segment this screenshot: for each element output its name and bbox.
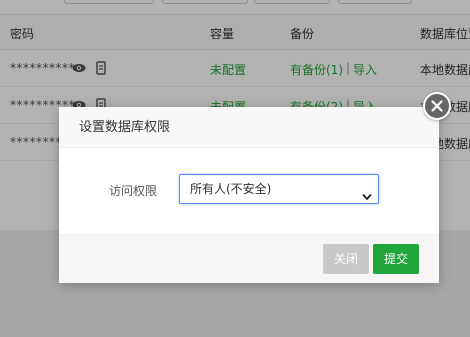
select-value: 所有人(不安全) xyxy=(190,182,272,196)
dialog-footer: 关闭 提交 xyxy=(59,234,439,283)
close-button[interactable]: 关闭 xyxy=(323,244,369,274)
permission-dialog: 设置数据库权限 访问权限 所有人(不安全) 关闭 提交 xyxy=(59,107,439,283)
submit-button[interactable]: 提交 xyxy=(373,244,419,274)
dialog-body: 访问权限 所有人(不安全) xyxy=(59,148,439,234)
access-permission-label: 访问权限 xyxy=(109,184,158,198)
chevron-down-icon xyxy=(362,184,372,200)
access-permission-select[interactable]: 所有人(不安全) xyxy=(179,174,379,204)
dialog-title: 设置数据库权限 xyxy=(59,107,439,148)
close-icon[interactable] xyxy=(423,92,451,120)
